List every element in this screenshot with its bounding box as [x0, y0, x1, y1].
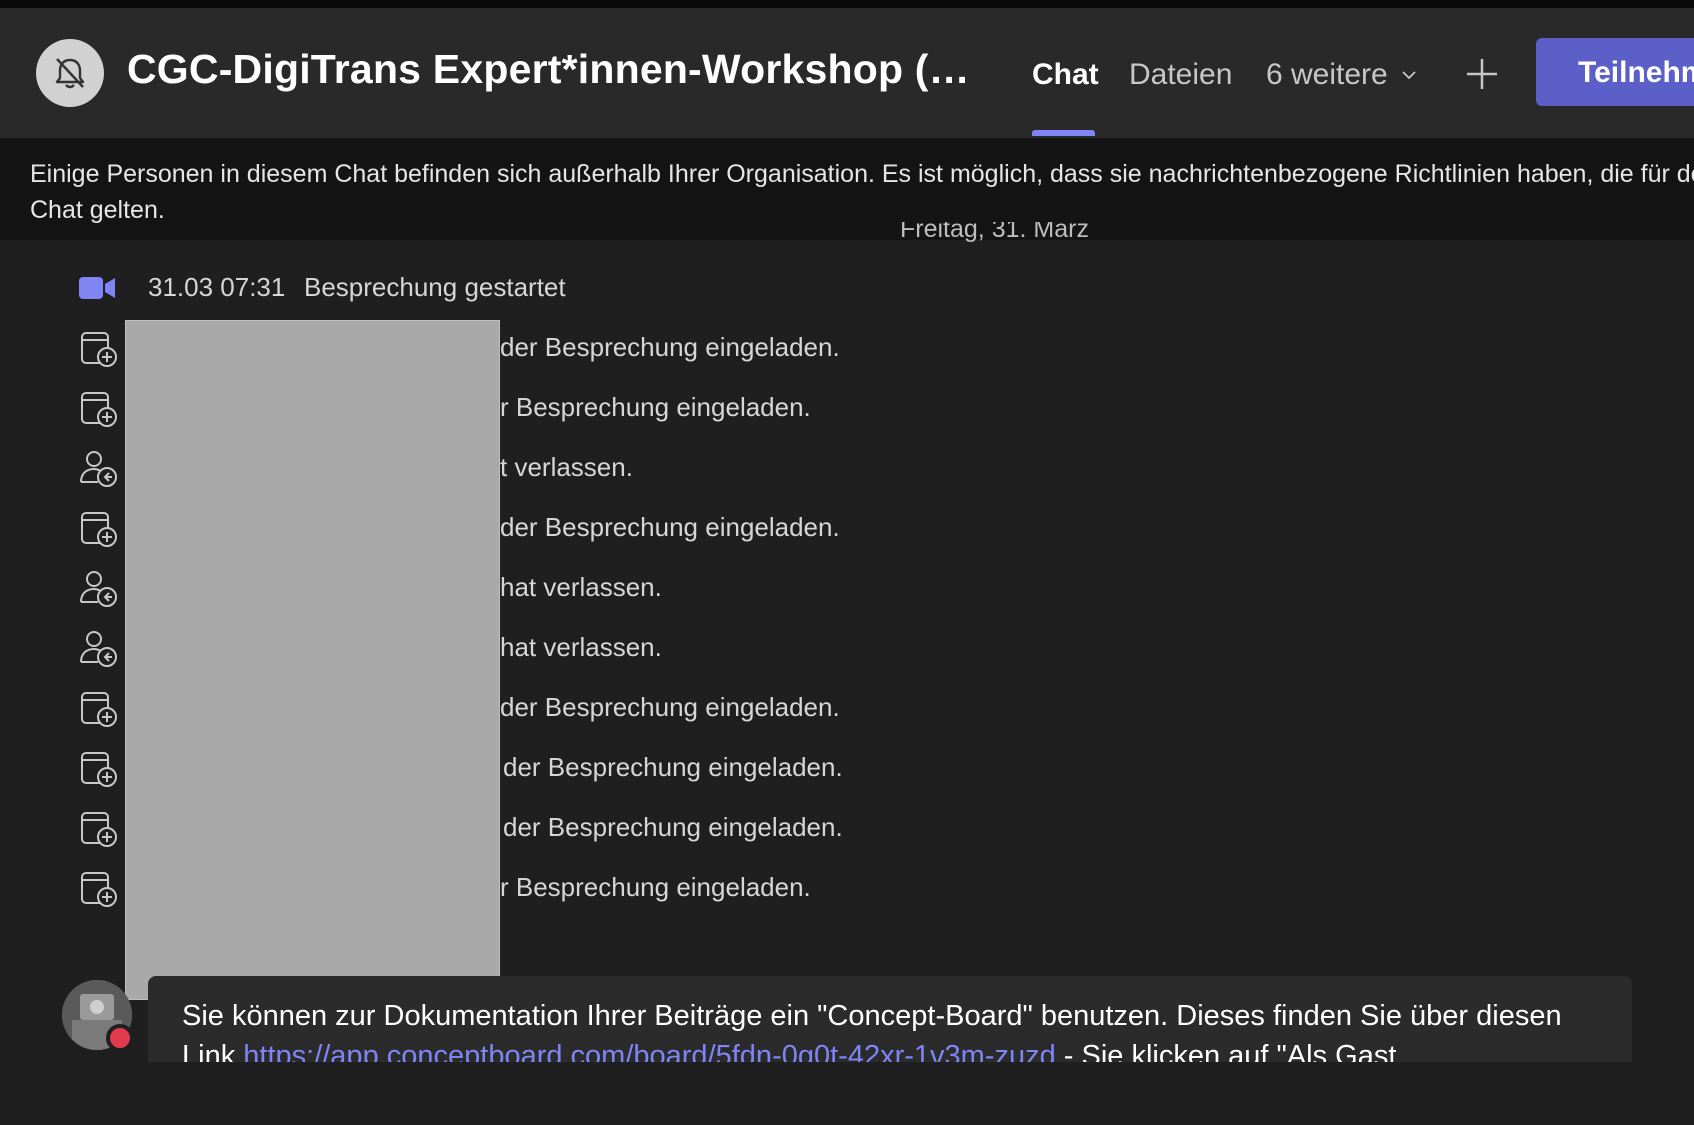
chat-header: CGC-DigiTrans Expert*innen-Workshop (… C…: [0, 8, 1694, 138]
message-text-part: - Sie klicken auf "Als Gast: [1055, 1040, 1397, 1062]
conceptboard-link[interactable]: https://app.conceptboard.com/board/5fdn-…: [243, 1040, 1055, 1062]
calendar-add-icon: [81, 872, 117, 907]
event-text: hat verlassen.: [500, 632, 662, 662]
banner-text: Einige Personen in diesem Chat befinden …: [30, 160, 1694, 224]
calendar-add-icon: [81, 512, 117, 547]
add-tab-icon[interactable]: [1462, 54, 1502, 94]
chat-title: CGC-DigiTrans Expert*innen-Workshop (…: [127, 46, 970, 92]
person-leave-icon: [80, 571, 117, 607]
event-timestamp: 31.03 07:31: [148, 272, 286, 302]
event-text: r Besprechung eingeladen.: [500, 872, 811, 902]
window-top-strip: [0, 0, 1694, 8]
tab-more-label: 6 weitere: [1266, 58, 1388, 91]
tab-chat[interactable]: Chat: [1032, 58, 1099, 92]
person-leave-icon: [80, 631, 117, 667]
event-row: 31.03 07:31 Besprechung gestartet: [0, 268, 1000, 308]
event-text: Besprechung gestartet: [304, 272, 566, 302]
event-text: der Besprechung eingeladen.: [503, 752, 843, 782]
event-text: der Besprechung eingeladen.: [500, 332, 840, 362]
tab-more-dropdown[interactable]: 6 weitere: [1266, 58, 1418, 92]
event-text: der Besprechung eingeladen.: [500, 692, 840, 722]
active-tab-indicator: [1032, 130, 1095, 136]
calendar-add-icon: [81, 392, 117, 427]
tab-files[interactable]: Dateien: [1129, 58, 1232, 92]
calendar-add-icon: [81, 332, 117, 367]
message-text: Sie können zur Dokumentation Ihrer Beitr…: [182, 996, 1622, 1062]
event-text: hat verlassen.: [500, 572, 662, 602]
calendar-add-icon: [81, 752, 117, 787]
event-text: r Besprechung eingeladen.: [500, 392, 811, 422]
calendar-add-icon: [81, 812, 117, 847]
date-separator: Freitag, 31. März: [900, 222, 1089, 242]
bell-off-icon: [55, 58, 85, 89]
event-text: t verlassen.: [500, 452, 633, 482]
muted-chat-avatar[interactable]: [36, 39, 104, 107]
external-users-banner: Einige Personen in diesem Chat befinden …: [0, 138, 1694, 240]
chevron-down-icon: [1402, 71, 1416, 80]
event-text: der Besprechung eingeladen.: [503, 812, 843, 842]
person-leave-icon: [80, 451, 117, 487]
participants-button[interactable]: Teilnehm: [1536, 38, 1694, 106]
calendar-add-icon: [81, 692, 117, 727]
message-bubble[interactable]: Sie können zur Dokumentation Ihrer Beitr…: [148, 976, 1632, 1062]
video-camera-icon: [79, 277, 115, 299]
presence-busy-indicator: [106, 1024, 134, 1052]
redacted-area: [125, 320, 500, 1000]
event-text: der Besprechung eingeladen.: [500, 512, 840, 542]
